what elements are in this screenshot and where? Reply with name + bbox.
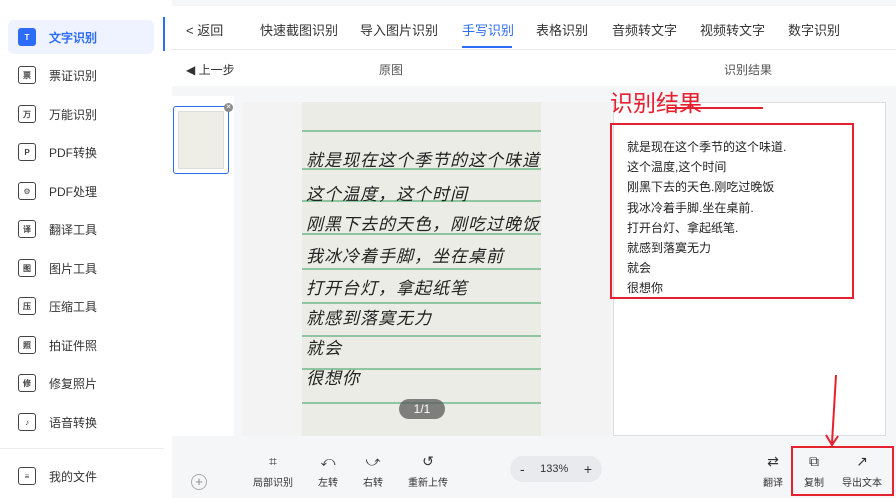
tab-handwriting[interactable]: 手写识别 [462, 20, 514, 39]
sidebar-item-ticket-ocr[interactable]: 票票证识别 [8, 58, 154, 92]
annotation-caption: 识别结果 [610, 90, 702, 116]
sidebar-item-label: 万能识别 [49, 107, 98, 122]
ruled-line [302, 268, 541, 270]
sidebar-item-my-files[interactable]: ≡ 我的文件 [8, 459, 154, 493]
reupload-icon: ↺ [422, 453, 434, 469]
rotate-right-icon: ⤻ [365, 453, 381, 469]
crop-scan-icon: ⌗ [269, 453, 277, 469]
prev-step-button[interactable]: ◀ 上一步 [186, 61, 235, 78]
sidebar-item-pdf-convert[interactable]: P PDF转换 [8, 135, 154, 169]
sidebar-item-compress[interactable]: 压压缩工具 [8, 289, 154, 323]
sidebar: T 文字识别 票票证识别 万万能识别 P PDF转换 ⚙ PDF处理 译翻译工具 图图… [0, 0, 164, 498]
tab-table[interactable]: 表格识别 [536, 20, 588, 39]
sidebar-item-pdf-process[interactable]: ⚙ PDF处理 [8, 174, 154, 208]
page-indicator: 1/1 [399, 399, 445, 419]
tool-label: 右转 [363, 478, 383, 489]
handwriting-line: 打开台灯，拿起纸笔 [306, 279, 468, 299]
original-image-panel: 就是现在这个季节的这个味道 这个温度，这个时间 刚黑下去的天色，刚吃过晚饭 我冰… [242, 102, 611, 436]
sidebar-item-label: 文字识别 [49, 30, 98, 45]
zoom-in-button[interactable]: + [584, 461, 592, 477]
translate-tool-icon: 译 [18, 220, 36, 238]
rotate-right-button[interactable]: ⤻ 右转 [343, 452, 403, 489]
pdf-process-icon: ⚙ [18, 182, 36, 200]
annotation-underline [668, 107, 763, 109]
thumbnail-image [178, 111, 224, 169]
partial-recognize-button[interactable]: ⌗ 局部识别 [243, 452, 303, 489]
page-thumbnail[interactable] [173, 106, 229, 174]
tab-import-image[interactable]: 导入图片识别 [360, 20, 438, 39]
sidebar-item-label: 语音转换 [49, 415, 98, 430]
active-indicator [163, 17, 165, 51]
text-ocr-icon: T [18, 28, 36, 46]
add-image-button[interactable]: + [191, 474, 207, 490]
handwriting-line: 我冰冷着手脚，坐在桌前 [306, 247, 504, 267]
sidebar-item-label: 翻译工具 [49, 222, 98, 237]
original-label: 原图 [379, 63, 404, 77]
sidebar-item-label: 票证识别 [49, 68, 98, 83]
annotation-box-actions [791, 446, 894, 496]
handwriting-photo: 就是现在这个季节的这个味道 这个温度，这个时间 刚黑下去的天色，刚吃过晚饭 我冰… [302, 102, 541, 436]
zoom-level: 133% [540, 463, 569, 475]
tool-label: 重新上传 [408, 478, 448, 489]
handwriting-line: 就是现在这个季节的这个味道 [306, 151, 540, 171]
sidebar-divider [0, 448, 164, 449]
zoom-control: - 133% + [510, 456, 602, 482]
tab-video-to-text[interactable]: 视频转文字 [700, 20, 765, 39]
sub-header: ◀ 上一步 原图 识别结果 [172, 50, 896, 86]
tab-quick-screenshot[interactable]: 快速截图识别 [260, 20, 338, 39]
back-button[interactable]: < 返回 [186, 20, 223, 39]
sidebar-item-label: PDF转换 [49, 145, 98, 160]
sidebar-item-label: 压缩工具 [49, 299, 98, 314]
sidebar-item-text-ocr[interactable]: T 文字识别 [8, 20, 154, 54]
ticket-icon: 票 [18, 66, 36, 84]
sidebar-item-label: 拍证件照 [49, 338, 98, 353]
tab-number[interactable]: 数字识别 [788, 20, 840, 39]
annotation-box-result [610, 123, 854, 299]
pdf-convert-icon: P [18, 143, 36, 161]
sidebar-item-id-photo[interactable]: 照拍证件照 [8, 328, 154, 362]
voice-icon: ♪ [18, 413, 36, 431]
photo-repair-icon: 修 [18, 374, 36, 392]
tab-audio-to-text[interactable]: 音频转文字 [612, 20, 677, 39]
ruled-line [302, 130, 541, 132]
handwriting-line: 就会 [306, 339, 342, 359]
sidebar-item-label: 我的文件 [49, 469, 98, 484]
id-photo-icon: 照 [18, 336, 36, 354]
handwriting-line: 很想你 [306, 369, 360, 389]
result-label: 识别结果 [724, 63, 773, 77]
reupload-button[interactable]: ↺ 重新上传 [398, 452, 458, 489]
folder-icon: ≡ [18, 467, 36, 485]
zoom-out-button[interactable]: - [520, 461, 525, 477]
sidebar-item-universal-ocr[interactable]: 万万能识别 [8, 97, 154, 131]
tab-bar: < 返回 快速截图识别 导入图片识别 手写识别 表格识别 音频转文字 视频转文字… [172, 6, 896, 50]
sidebar-item-image-tools[interactable]: 图图片工具 [8, 251, 154, 285]
universal-scan-icon: 万 [18, 105, 36, 123]
handwriting-line: 这个温度，这个时间 [306, 185, 468, 205]
sidebar-item-translate[interactable]: 译翻译工具 [8, 212, 154, 246]
active-tab-underline [462, 46, 512, 48]
sidebar-item-voice[interactable]: ♪ 语音转换 [8, 405, 154, 439]
sidebar-item-label: 图片工具 [49, 261, 98, 276]
sidebar-item-label: PDF处理 [49, 184, 98, 199]
tool-label: 局部识别 [253, 478, 293, 489]
close-icon[interactable]: ✕ [224, 103, 233, 112]
sidebar-item-label: 修复照片 [49, 376, 98, 391]
sidebar-item-photo-repair[interactable]: 修修复照片 [8, 366, 154, 400]
thumbnail-strip: ✕ [172, 96, 234, 436]
compress-icon: 压 [18, 297, 36, 315]
handwriting-line: 就感到落寞无力 [306, 309, 432, 329]
handwriting-line: 刚黑下去的天色，刚吃过晚饭 [306, 215, 540, 235]
image-tool-icon: 图 [18, 259, 36, 277]
annotation-arrow [825, 374, 839, 447]
